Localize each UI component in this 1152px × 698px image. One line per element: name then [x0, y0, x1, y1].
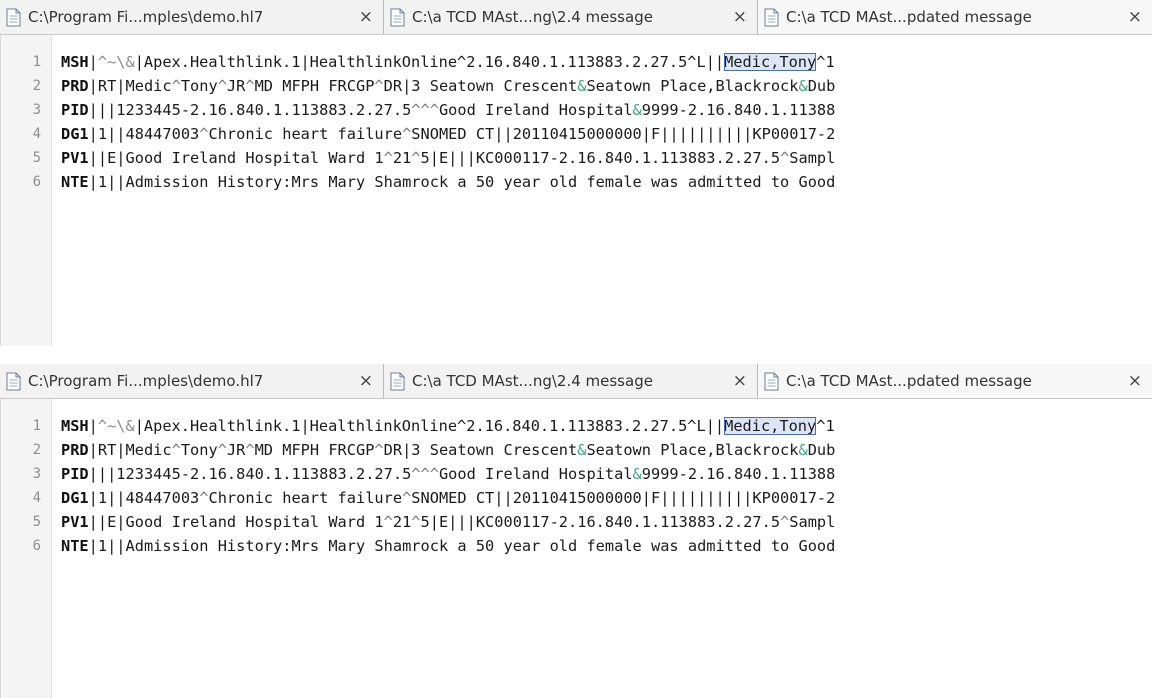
tab-updated-message[interactable]: C:\a TCD MAst...pdated message ×: [758, 0, 1152, 34]
code-text: PRD|RT|Medic^Tony^JR^MD MFPH FRCGP^DR|3 …: [61, 77, 835, 95]
line-number: 4: [32, 490, 41, 506]
segment-id: PRD: [61, 77, 89, 95]
editor-pane-bottom: C:\Program Fi...mples\demo.hl7 × C:\a TC…: [0, 364, 1152, 698]
code-line[interactable]: 6 NTE|1||Admission History:Mrs Mary Sham…: [1, 170, 1152, 194]
pane-divider: [0, 346, 1152, 364]
encoding-characters: ^~\&: [97, 417, 135, 435]
tab-bar: C:\Program Fi...mples\demo.hl7 × C:\a TC…: [0, 0, 1152, 35]
field-text: |1||48447003^Chronic heart failure^SNOME…: [88, 125, 836, 143]
code-text: PV1||E|Good Ireland Hospital Ward 1^21^5…: [61, 149, 835, 167]
segment-id: DG1: [61, 489, 89, 507]
segment-id: PV1: [61, 513, 89, 531]
segment-id: PID: [61, 101, 89, 119]
line-number: 2: [32, 78, 41, 94]
tab-bar: C:\Program Fi...mples\demo.hl7 × C:\a TC…: [0, 364, 1152, 399]
tab-label: C:\Program Fi...mples\demo.hl7: [28, 8, 264, 26]
tab-2-4-message[interactable]: C:\a TCD MAst...ng\2.4 message ×: [384, 0, 758, 34]
close-icon[interactable]: ×: [359, 371, 373, 391]
code-text: PID|||1233445-2.16.840.1.113883.2.27.5^^…: [61, 101, 835, 119]
encoding-characters: ^~\&: [97, 53, 135, 71]
text-editor[interactable]: 1 MSH|^~\&|Apex.Healthlink.1|HealthlinkO…: [0, 399, 1152, 698]
selected-text: Medic,Tony: [724, 417, 817, 435]
segment-id: PRD: [61, 441, 89, 459]
field-text: |1||48447003^Chronic heart failure^SNOME…: [88, 489, 836, 507]
field-text: |: [88, 53, 98, 71]
editor-pane-top: C:\Program Fi...mples\demo.hl7 × C:\a TC…: [0, 0, 1152, 346]
tab-label: C:\a TCD MAst...pdated message: [786, 372, 1032, 390]
segment-id: MSH: [61, 417, 89, 435]
code-line[interactable]: 4 DG1|1||48447003^Chronic heart failure^…: [1, 122, 1152, 146]
tab-label: C:\a TCD MAst...ng\2.4 message: [412, 8, 653, 26]
close-icon[interactable]: ×: [733, 371, 747, 391]
code-line[interactable]: 1 MSH|^~\&|Apex.Healthlink.1|HealthlinkO…: [1, 414, 1152, 438]
tab-updated-message[interactable]: C:\a TCD MAst...pdated message ×: [758, 364, 1152, 398]
line-number: 3: [32, 466, 41, 482]
segment-id: NTE: [61, 537, 89, 555]
code-text: PID|||1233445-2.16.840.1.113883.2.27.5^^…: [61, 465, 835, 483]
close-icon[interactable]: ×: [1128, 371, 1142, 391]
tab-label: C:\a TCD MAst...ng\2.4 message: [412, 372, 653, 390]
tab-2-4-message[interactable]: C:\a TCD MAst...ng\2.4 message ×: [384, 364, 758, 398]
segment-id: PV1: [61, 149, 89, 167]
close-icon[interactable]: ×: [359, 7, 373, 27]
segment-id: MSH: [61, 53, 89, 71]
document-icon: [390, 8, 405, 26]
code-line[interactable]: 1 MSH|^~\&|Apex.Healthlink.1|HealthlinkO…: [1, 50, 1152, 74]
segment-id: DG1: [61, 125, 89, 143]
line-number: 1: [32, 418, 41, 434]
field-text: ^1: [816, 53, 835, 71]
field-text: |1||Admission History:Mrs Mary Shamrock …: [88, 173, 836, 191]
code-line[interactable]: 2 PRD|RT|Medic^Tony^JR^MD MFPH FRCGP^DR|…: [1, 438, 1152, 462]
line-number: 5: [32, 514, 41, 530]
code-text: NTE|1||Admission History:Mrs Mary Shamro…: [61, 173, 835, 191]
segment-id: NTE: [61, 173, 89, 191]
field-text: |RT|Medic^Tony^JR^MD MFPH FRCGP^DR|3 Sea…: [88, 441, 836, 459]
tab-label: C:\Program Fi...mples\demo.hl7: [28, 372, 264, 390]
close-icon[interactable]: ×: [1128, 7, 1142, 27]
field-text: |RT|Medic^Tony^JR^MD MFPH FRCGP^DR|3 Sea…: [88, 77, 836, 95]
document-icon: [764, 372, 779, 390]
field-text: |1||Admission History:Mrs Mary Shamrock …: [88, 537, 836, 555]
tab-demo-hl7[interactable]: C:\Program Fi...mples\demo.hl7 ×: [0, 364, 384, 398]
tab-label: C:\a TCD MAst...pdated message: [786, 8, 1032, 26]
code-line[interactable]: 3 PID|||1233445-2.16.840.1.113883.2.27.5…: [1, 462, 1152, 486]
close-icon[interactable]: ×: [733, 7, 747, 27]
field-text: ||E|Good Ireland Hospital Ward 1^21^5|E|…: [88, 513, 836, 531]
document-icon: [6, 372, 21, 390]
code-text: MSH|^~\&|Apex.Healthlink.1|HealthlinkOnl…: [61, 417, 835, 435]
tab-demo-hl7[interactable]: C:\Program Fi...mples\demo.hl7 ×: [0, 0, 384, 34]
segment-id: PID: [61, 465, 89, 483]
field-text: |: [88, 417, 98, 435]
document-icon: [6, 8, 21, 26]
field-text: |Apex.Healthlink.1|HealthlinkOnline^2.16…: [134, 53, 725, 71]
code-text: MSH|^~\&|Apex.Healthlink.1|HealthlinkOnl…: [61, 53, 835, 71]
line-number: 4: [32, 126, 41, 142]
code-line[interactable]: 4 DG1|1||48447003^Chronic heart failure^…: [1, 486, 1152, 510]
document-icon: [764, 8, 779, 26]
code-line[interactable]: 5 PV1||E|Good Ireland Hospital Ward 1^21…: [1, 510, 1152, 534]
field-text: ||E|Good Ireland Hospital Ward 1^21^5|E|…: [88, 149, 836, 167]
line-number: 6: [32, 538, 41, 554]
field-text: |Apex.Healthlink.1|HealthlinkOnline^2.16…: [134, 417, 725, 435]
field-text: |||1233445-2.16.840.1.113883.2.27.5^^^Go…: [88, 465, 836, 483]
text-editor[interactable]: 1 MSH|^~\&|Apex.Healthlink.1|HealthlinkO…: [0, 35, 1152, 346]
code-line[interactable]: 2 PRD|RT|Medic^Tony^JR^MD MFPH FRCGP^DR|…: [1, 74, 1152, 98]
code-line[interactable]: 3 PID|||1233445-2.16.840.1.113883.2.27.5…: [1, 98, 1152, 122]
code-line[interactable]: 5 PV1||E|Good Ireland Hospital Ward 1^21…: [1, 146, 1152, 170]
line-number: 5: [32, 150, 41, 166]
code-text: PRD|RT|Medic^Tony^JR^MD MFPH FRCGP^DR|3 …: [61, 441, 835, 459]
code-line[interactable]: 6 NTE|1||Admission History:Mrs Mary Sham…: [1, 534, 1152, 558]
line-number: 2: [32, 442, 41, 458]
line-number: 1: [32, 54, 41, 70]
field-text: |||1233445-2.16.840.1.113883.2.27.5^^^Go…: [88, 101, 836, 119]
line-number: 6: [32, 174, 41, 190]
field-text: ^1: [816, 417, 835, 435]
selected-text: Medic,Tony: [724, 53, 817, 71]
code-text: DG1|1||48447003^Chronic heart failure^SN…: [61, 125, 835, 143]
code-text: DG1|1||48447003^Chronic heart failure^SN…: [61, 489, 835, 507]
document-icon: [390, 372, 405, 390]
code-text: PV1||E|Good Ireland Hospital Ward 1^21^5…: [61, 513, 835, 531]
code-text: NTE|1||Admission History:Mrs Mary Shamro…: [61, 537, 835, 555]
line-number: 3: [32, 102, 41, 118]
